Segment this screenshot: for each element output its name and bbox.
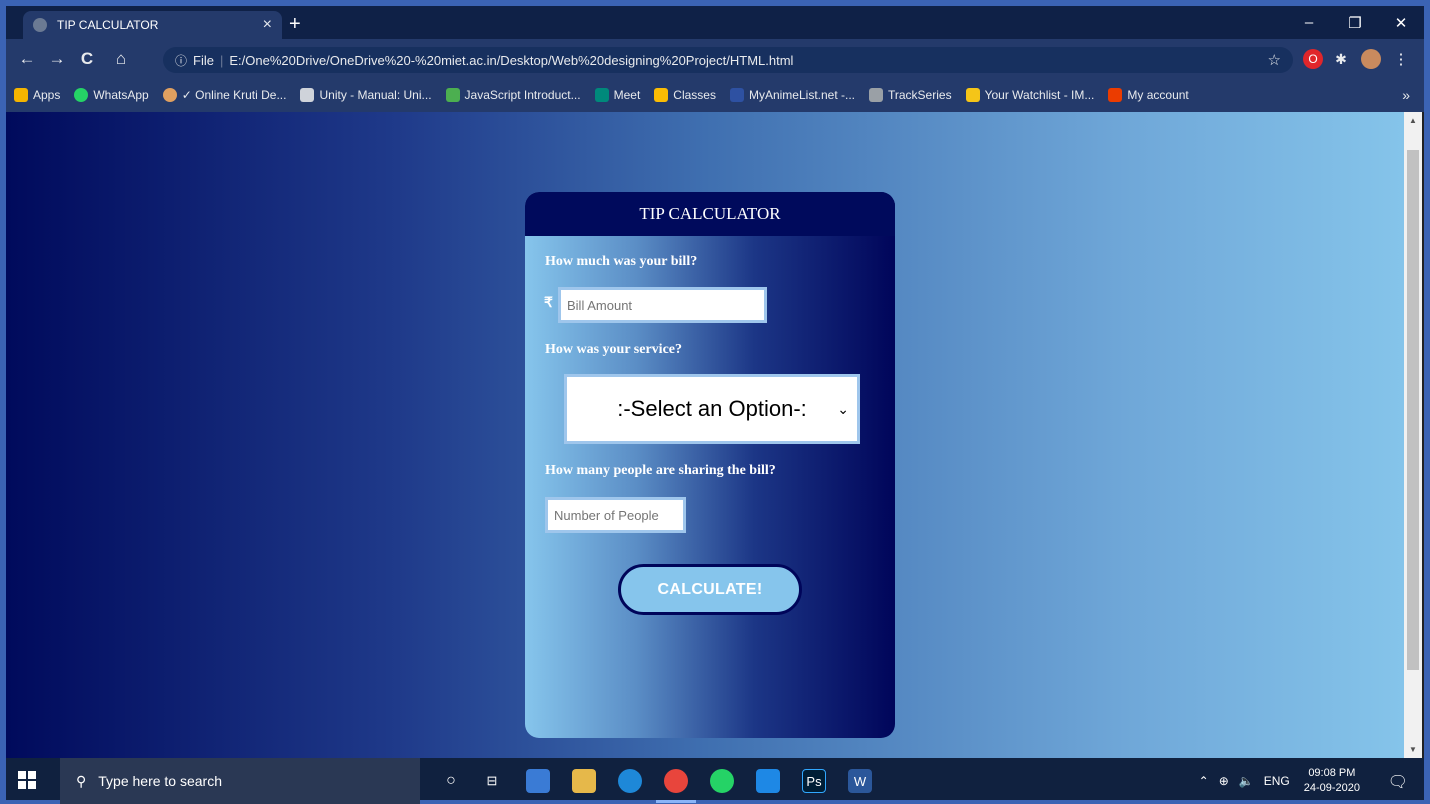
clock-date: 24-09-2020 — [1303, 782, 1360, 794]
browser-tab[interactable]: TIP CALCULATOR × — [23, 11, 282, 39]
bookmark-javascript[interactable]: JavaScript Introduct... — [445, 88, 581, 102]
calculate-button[interactable]: CALCULATE! — [618, 564, 802, 615]
profile-avatar[interactable] — [1361, 49, 1381, 69]
word-icon[interactable]: W — [848, 769, 872, 793]
chrome-icon[interactable] — [664, 769, 688, 793]
number-of-people-input[interactable]: Number of People — [545, 497, 686, 533]
address-bar[interactable]: ⓘ File | E:/One%20Drive/OneDrive%20-%20m… — [163, 47, 1293, 73]
bookmarks-overflow-icon[interactable]: » — [1402, 87, 1410, 103]
scroll-down-arrow-icon[interactable]: ▼ — [1404, 745, 1422, 754]
home-icon[interactable]: ⌂ — [110, 49, 132, 69]
store-icon[interactable] — [526, 769, 550, 793]
new-tab-button[interactable]: + — [289, 12, 301, 36]
tab-strip: TIP CALCULATOR × + – ❐ ✕ — [6, 6, 1424, 39]
office-icon — [1108, 88, 1123, 102]
url-text: E:/One%20Drive/OneDrive%20-%20miet.ac.in… — [229, 52, 794, 68]
page-viewport: TIP CALCULATOR How much was your bill? ₹… — [6, 112, 1404, 758]
extensions-puzzle-icon[interactable]: ✱ — [1331, 49, 1351, 69]
bookmark-whatsapp[interactable]: WhatsApp — [74, 88, 149, 102]
chevron-down-icon: ⌄ — [837, 401, 849, 417]
classroom-icon — [654, 88, 669, 102]
service-question-label: How was your service? — [545, 342, 682, 357]
task-view-icon[interactable]: ⊟ — [480, 769, 504, 793]
taskbar-search-placeholder: Type here to search — [98, 773, 223, 789]
vertical-scrollbar[interactable]: ▲ ▼ — [1404, 112, 1422, 758]
minimize-button[interactable]: – — [1286, 6, 1332, 39]
reload-icon[interactable]: C — [76, 49, 98, 69]
clock-time: 09:08 PM — [1308, 767, 1356, 779]
service-select[interactable]: :-Select an Option-: ⌄ — [564, 374, 860, 444]
network-icon[interactable]: ⊕ — [1219, 774, 1229, 788]
file-explorer-icon[interactable] — [572, 769, 596, 793]
url-scheme-label: File — [193, 52, 214, 68]
trackseries-icon — [869, 88, 883, 102]
info-icon[interactable]: ⓘ — [175, 52, 187, 69]
restore-button[interactable]: ❐ — [1332, 6, 1378, 39]
tray-chevron-up-icon[interactable]: ⌃ — [1199, 774, 1209, 788]
whatsapp-taskbar-icon[interactable] — [710, 769, 734, 793]
bill-amount-input[interactable]: Bill Amount — [558, 287, 767, 323]
bookmark-star-icon[interactable]: ☆ — [1268, 51, 1281, 69]
camera-app-icon[interactable] — [756, 769, 780, 793]
tip-calculator-card: TIP CALCULATOR How much was your bill? ₹… — [525, 192, 895, 738]
edge-icon[interactable] — [618, 769, 642, 793]
menu-kebab-icon[interactable]: ⋮ — [1391, 49, 1411, 69]
w3schools-icon — [445, 88, 460, 102]
bookmark-apps[interactable]: Apps — [14, 88, 60, 102]
rupee-symbol: ₹ — [544, 294, 553, 310]
whatsapp-icon — [74, 88, 89, 102]
bill-question-label: How much was your bill? — [545, 254, 698, 269]
apps-grid-icon — [14, 88, 28, 102]
card-title: TIP CALCULATOR — [525, 192, 895, 236]
bookmark-myanimelist[interactable]: MyAnimeList.net -... — [729, 88, 855, 102]
back-arrow-icon[interactable]: ← — [16, 49, 38, 69]
bookmarks-bar: Apps WhatsApp ✓ Online Kruti De... Unity… — [6, 78, 1424, 112]
unity-icon — [300, 88, 315, 102]
bookmark-kruti[interactable]: ✓ Online Kruti De... — [162, 88, 286, 102]
bookmark-classes[interactable]: Classes — [654, 88, 716, 102]
search-icon: ⚲ — [76, 772, 87, 789]
bookmark-unity[interactable]: Unity - Manual: Uni... — [300, 88, 432, 102]
chrome-active-indicator — [656, 800, 696, 803]
bookmark-trackseries[interactable]: TrackSeries — [869, 88, 952, 102]
volume-icon[interactable]: 🔈 — [1239, 774, 1254, 788]
bookmark-my-account[interactable]: My account — [1108, 88, 1189, 102]
opera-extension-icon[interactable]: O — [1303, 49, 1323, 69]
tab-close-icon[interactable]: × — [263, 16, 272, 34]
photoshop-icon[interactable]: Ps — [802, 769, 826, 793]
forward-arrow-icon[interactable]: → — [46, 49, 68, 69]
windows-taskbar: ⚲ Type here to search ○ ⊟ Ps W ⌃ ⊕ 🔈 ENG… — [6, 758, 1424, 804]
language-indicator[interactable]: ENG — [1264, 774, 1290, 788]
system-tray: ⌃ ⊕ 🔈 ENG 09:08 PM 24-09-2020 — [1189, 758, 1360, 804]
meet-icon — [594, 88, 609, 102]
notification-center-icon[interactable]: 🗨 — [1388, 772, 1408, 792]
imdb-icon — [965, 88, 980, 102]
windows-start-icon[interactable] — [18, 771, 36, 789]
clock[interactable]: 09:08 PM 24-09-2020 — [1304, 766, 1360, 796]
scrollbar-thumb[interactable] — [1407, 150, 1419, 670]
close-window-button[interactable]: ✕ — [1378, 6, 1424, 39]
people-question-label: How many people are sharing the bill? — [545, 463, 776, 478]
window-controls: – ❐ ✕ — [1286, 6, 1424, 39]
scroll-up-arrow-icon[interactable]: ▲ — [1404, 116, 1422, 125]
bookmark-imdb-watchlist[interactable]: Your Watchlist - IM... — [965, 88, 1094, 102]
bookmark-meet[interactable]: Meet — [594, 88, 640, 102]
url-separator: | — [219, 52, 224, 68]
mal-icon — [729, 88, 744, 102]
page-favicon-icon — [33, 18, 47, 32]
service-select-value: :-Select an Option-: — [617, 396, 807, 421]
cortana-icon[interactable]: ○ — [439, 769, 463, 793]
tab-title: TIP CALCULATOR — [57, 18, 159, 32]
taskbar-search-box[interactable]: ⚲ Type here to search — [60, 758, 420, 804]
kruti-icon — [162, 88, 177, 102]
